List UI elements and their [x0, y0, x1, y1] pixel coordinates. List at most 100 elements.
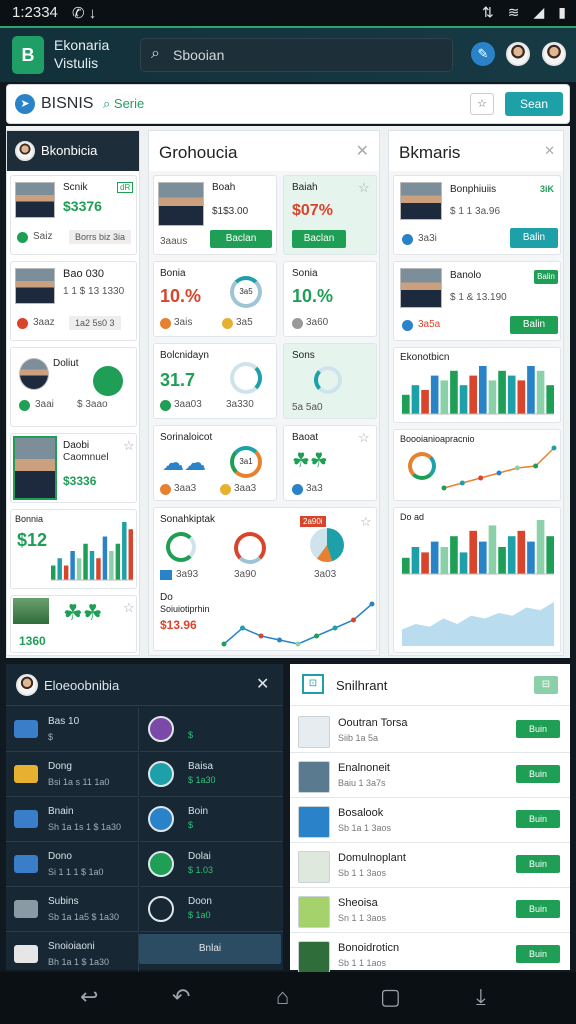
chart-bar	[507, 375, 516, 414]
card-meta: 3ais	[174, 317, 193, 328]
card-button[interactable]: Balin	[510, 316, 558, 334]
contact-detail: $	[188, 820, 194, 830]
star-button[interactable]: ☆	[470, 93, 494, 115]
item-button[interactable]: Buin	[516, 720, 560, 738]
download-icon[interactable]: ⤓	[476, 984, 486, 1010]
item-subtitle: Sb 1 1 1aos	[338, 958, 387, 968]
close-icon[interactable]: ✕	[356, 141, 369, 161]
card-button[interactable]: Baclan	[210, 230, 272, 248]
list-item[interactable]: Bosalook Sb 1a 1 3aos Buin	[290, 798, 570, 843]
contact-row[interactable]: Doon $ 1a0	[140, 888, 283, 932]
contact-row[interactable]: Dolai $ 1.03	[140, 843, 283, 887]
card-name: Banolo	[450, 270, 482, 281]
list-item[interactable]: Enalnoneit Baiu 1 3a7s Buin	[290, 753, 570, 798]
search-input[interactable]: ⌕ Sbooian	[140, 38, 453, 72]
star-icon[interactable]: ☆	[123, 600, 135, 616]
bar-chart-card: Ekonotbicn	[393, 347, 561, 423]
avatar[interactable]	[506, 42, 530, 66]
status-dot	[17, 232, 28, 243]
contact-row[interactable]: Dong Bsi 1a s 11 1a0	[6, 753, 139, 797]
data-point	[277, 637, 282, 643]
contact-row[interactable]: Baisa $ 1a30	[140, 753, 283, 797]
profile-card[interactable]: Bao 030 1 1 $ 13 1330 3aaz 1a2 5s0 3	[10, 261, 137, 341]
card-value: $1$3.00	[212, 206, 249, 217]
profile-card[interactable]: Scnik dR $3376 Saiz Borrs biz 3ia	[10, 175, 137, 255]
app-logo[interactable]: B	[12, 36, 44, 74]
item-button[interactable]: Buin	[516, 900, 560, 918]
map-card: ☘☘ ☆ 1360	[10, 595, 137, 653]
card-value: $3336	[63, 474, 97, 488]
close-icon[interactable]: ✕	[544, 143, 555, 159]
chart-bar	[517, 530, 526, 574]
recents-icon[interactable]: ▢	[380, 984, 401, 1010]
profile-photo	[13, 436, 57, 500]
avatar-2[interactable]	[542, 42, 566, 66]
contact-row[interactable]: Bnain Sh 1a 1s 1 $ 1a30	[6, 798, 139, 842]
panel-button[interactable]: Bnlai	[139, 934, 281, 964]
list-item[interactable]: Ooutran Torsa Siib 1a 5a Buin	[290, 708, 570, 753]
chart-bar	[411, 547, 420, 574]
item-title: Ooutran Torsa	[338, 717, 408, 729]
card-tag: dR	[117, 182, 134, 193]
item-title: Domulnoplant	[338, 852, 406, 864]
item-button[interactable]: Buin	[516, 765, 560, 783]
toolbar-search[interactable]: ⌕ Serie	[103, 96, 144, 112]
star-icon[interactable]: ☆	[123, 438, 135, 454]
stat-card[interactable]: Bolcnidayn 31.7 3aa03 3a330	[153, 343, 277, 419]
toolbar-action-button[interactable]: Sean	[505, 92, 563, 116]
chart-bar	[459, 552, 468, 574]
profile-photo	[400, 182, 442, 220]
card-value: 1360	[19, 634, 46, 648]
card-action[interactable]: Borrs biz 3ia	[69, 230, 132, 244]
chart-bar	[527, 366, 535, 414]
contact-row[interactable]: Boin $	[140, 798, 283, 842]
toolbar-search-label: Serie	[113, 96, 145, 111]
map-card[interactable]: Baoat ☆ ☘☘ 3a3	[283, 425, 377, 501]
back-icon[interactable]: ↩	[80, 984, 98, 1010]
stat-card[interactable]: Sonia 10.% 3a60	[283, 261, 377, 337]
chart-bar	[421, 390, 429, 414]
stat-card[interactable]: Bonia 10.% 3a5 3ais 3a5	[153, 261, 277, 337]
summary-card[interactable]: Sonahkiptak 2a90i ☆ 3a93 3a90 3a03 Do So…	[153, 507, 377, 651]
chart-bar	[469, 530, 477, 574]
star-icon[interactable]: ☆	[358, 180, 370, 196]
chart-bar	[488, 380, 497, 414]
profile-card[interactable]: Daobi Caomnuel $3336 ☆	[10, 433, 137, 503]
close-icon[interactable]: ✕	[256, 674, 269, 694]
profile-card[interactable]: Bonphiuiis 3iK $ 1 1 3a.96 3a3i Balin	[393, 175, 561, 255]
card-action[interactable]: 1a2 5s0 3	[69, 316, 121, 330]
home-icon[interactable]: ⌂	[276, 984, 289, 1010]
profile-card[interactable]: Doliut 3aai $ 3aao	[10, 347, 137, 427]
profile-card[interactable]: Boah $1$3.00 3aaus Baclan	[153, 175, 277, 255]
edit-button[interactable]: ✎	[471, 42, 495, 66]
stat-card[interactable]: Baiah ☆ $07% Baclan	[283, 175, 377, 255]
list-item[interactable]: Domulnoplant Sb 1 1 3aos Buin	[290, 843, 570, 888]
undo-icon[interactable]: ↶	[172, 984, 190, 1010]
card-meta: Saiz	[33, 231, 53, 242]
contact-icon	[148, 896, 174, 922]
item-button[interactable]: Buin	[516, 855, 560, 873]
contact-row[interactable]: Dono Si 1 1 1 $ 1a0	[6, 843, 139, 887]
card-button[interactable]: Baclan	[292, 230, 346, 248]
card-button[interactable]: Balin	[510, 228, 558, 248]
card-tag-button[interactable]: Balin	[534, 270, 558, 284]
item-button[interactable]: Buin	[516, 945, 560, 963]
profile-card[interactable]: Banolo Balin $ 1 & 13.190 3a5a Balin	[393, 261, 561, 341]
list-item[interactable]: Sheoisa Sn 1 1 3aos Buin	[290, 888, 570, 933]
chart-bar	[469, 375, 477, 414]
contact-detail: $ 1.03	[188, 865, 214, 875]
item-button[interactable]: Buin	[516, 810, 560, 828]
contact-name: Dolai	[188, 851, 211, 862]
right-column: Bkmaris ✕ Bonphiuiis 3iK $ 1 1 3a.96 3a3…	[388, 130, 564, 656]
map-card[interactable]: Sorinaloicot ☁☁ 3a1 3aa3 3aa3	[153, 425, 277, 501]
panel-action-button[interactable]: ⊟	[534, 676, 558, 694]
status-dot	[160, 318, 171, 329]
contact-row[interactable]: Subins Sb 1a 1a5 $ 1a30	[6, 888, 139, 932]
star-icon[interactable]: ☆	[358, 430, 370, 446]
contact-row[interactable]: Bas 10 $	[6, 708, 139, 752]
avatar	[16, 674, 38, 696]
landscape-image	[13, 598, 49, 624]
contact-row[interactable]: $	[140, 708, 283, 752]
contact-row[interactable]: Snoioiaoni Bh 1a 1 $ 1a30	[6, 933, 139, 977]
stat-card[interactable]: Sons 5a 5a0	[283, 343, 377, 419]
